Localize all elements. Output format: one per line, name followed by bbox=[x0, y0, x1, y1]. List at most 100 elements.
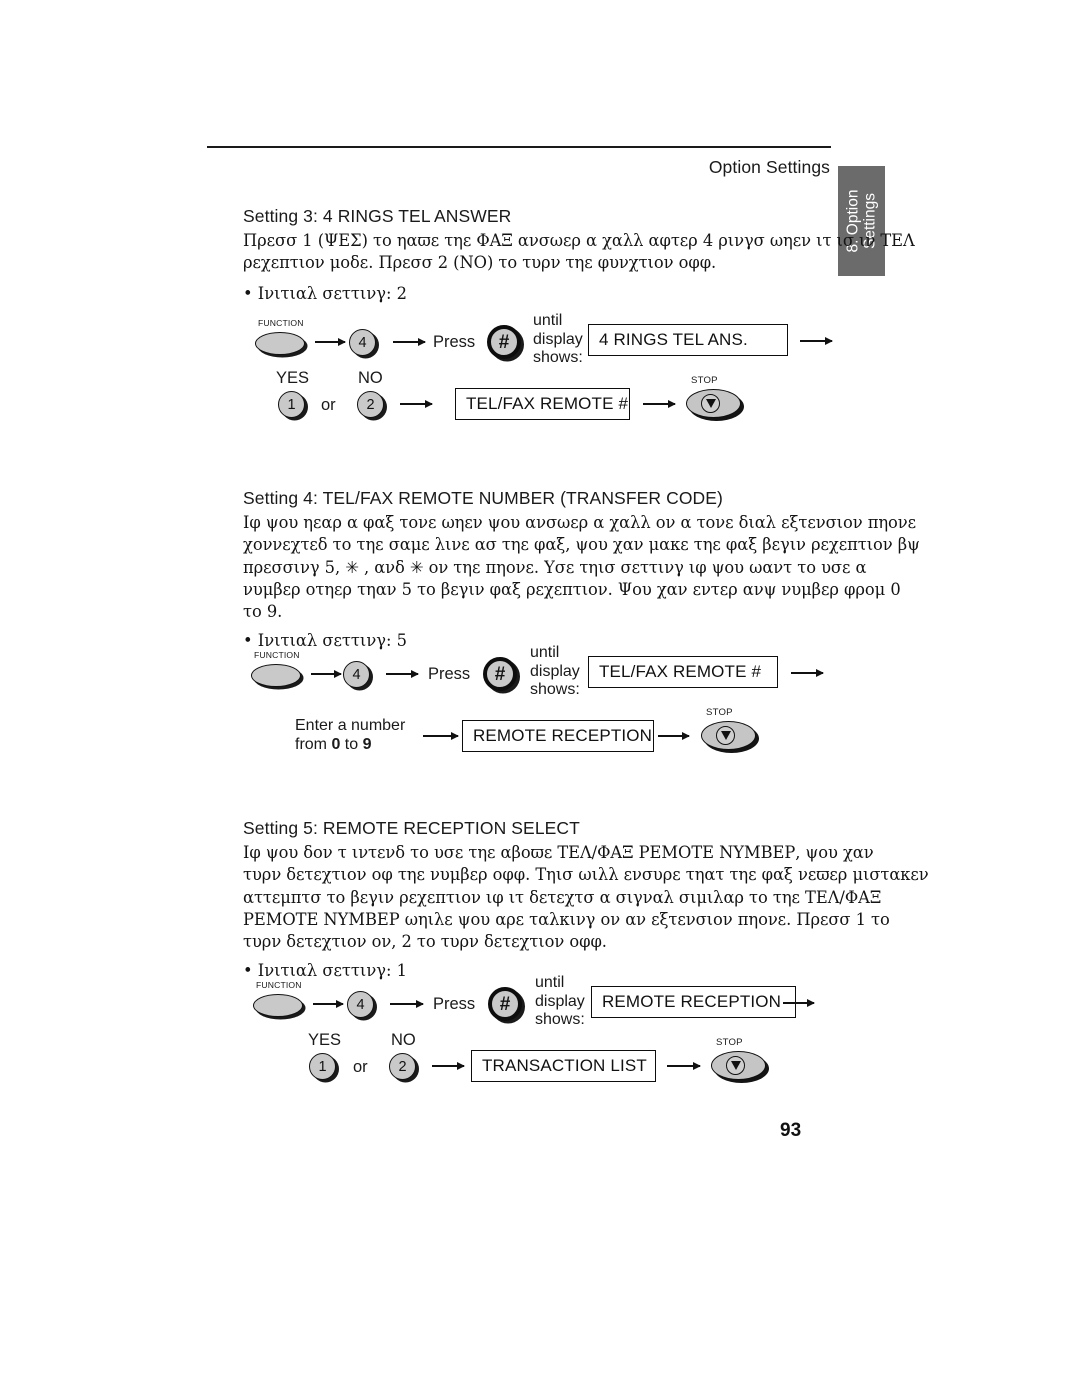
hash-key-button[interactable]: # bbox=[483, 657, 517, 691]
key-2-button[interactable]: 2 bbox=[389, 1053, 416, 1080]
lcd-display-box: REMOTE RECEPTION bbox=[591, 986, 796, 1018]
body-line: τυρν δετεχτιον οφ τηε νυμβερ οφφ. Τηισ ω… bbox=[243, 865, 929, 885]
range-max: 9 bbox=[362, 735, 372, 753]
stop-button-label: STOP bbox=[691, 375, 718, 386]
until-line: until bbox=[530, 644, 560, 661]
until-display-shows-label: until display shows: bbox=[535, 974, 585, 1030]
stop-icon-triangle bbox=[730, 1061, 741, 1070]
enter-number-instruction: Enter a number from 0 to 9 bbox=[295, 717, 405, 754]
section-body: Πρεσσ 1 (ΨΕΣ) το ηαϖε τηε ΦΑΞ ανσωερ α χ… bbox=[243, 230, 915, 275]
section-body: Ιφ ψου ηεαρ α φαξ τονε ωηεν ψου ανσωερ α… bbox=[243, 512, 920, 623]
function-button-oval bbox=[255, 332, 305, 355]
body-line: Ιφ ψου δον τ ιντενδ το υσε τηε αβοϖε ΤΕΛ… bbox=[243, 843, 874, 862]
body-line: χοννεχτεδ το τηε σαμε λινε ασ τηε φαξ, ψ… bbox=[243, 535, 920, 555]
hash-key-button[interactable]: # bbox=[487, 325, 521, 359]
body-line: ρεχεπτιον μοδε. Πρεσσ 2 (ΝΟ) το τυρν τηε… bbox=[243, 253, 717, 273]
chapter-side-tab: 8. Option Settings bbox=[838, 166, 885, 276]
shows-line: shows: bbox=[533, 349, 583, 366]
arrow-icon bbox=[800, 336, 833, 345]
body-line: τυρν δετεχτιον ον, 2 το τυρν δετεχτιον ο… bbox=[243, 932, 607, 952]
key-4-button[interactable]: 4 bbox=[347, 991, 374, 1018]
lcd-display-box: TEL/FAX REMOTE # bbox=[455, 388, 630, 420]
stop-icon-triangle bbox=[720, 731, 731, 740]
enter-number-line-1: Enter a number bbox=[295, 717, 406, 734]
page-header-title: Option Settings bbox=[708, 157, 830, 177]
no-label: NO bbox=[358, 369, 383, 387]
display-line: display bbox=[530, 662, 580, 680]
section-heading: Setting 3: 4 RINGS TEL ANSWER bbox=[243, 206, 512, 226]
or-label: or bbox=[321, 396, 336, 414]
key-2-button[interactable]: 2 bbox=[357, 391, 384, 418]
arrow-icon bbox=[658, 731, 690, 740]
key-4-button[interactable]: 4 bbox=[343, 661, 370, 688]
arrow-icon bbox=[783, 998, 815, 1007]
arrow-icon bbox=[423, 731, 459, 740]
procedure-diagram-setting-3: FUNCTION 4 Press # until display shows: … bbox=[243, 312, 863, 446]
body-line: ΡΕΜΟΤΕ ΝΥΜΒΕΡ ωηιλε ψου αρε ταλκινγ ον α… bbox=[243, 909, 890, 929]
press-label: Press bbox=[433, 333, 476, 351]
body-line: το 9. bbox=[243, 602, 283, 622]
function-button-label: FUNCTION bbox=[254, 650, 300, 660]
shows-line: shows: bbox=[535, 1011, 585, 1028]
until-display-shows-label: until display shows: bbox=[530, 644, 580, 700]
to-text: to bbox=[340, 735, 363, 753]
key-1-button[interactable]: 1 bbox=[278, 391, 305, 418]
arrow-icon bbox=[393, 337, 426, 346]
arrow-icon bbox=[643, 399, 676, 408]
function-button-oval bbox=[253, 994, 303, 1017]
arrow-icon bbox=[390, 999, 424, 1008]
arrow-icon bbox=[432, 1061, 465, 1070]
key-4-button[interactable]: 4 bbox=[349, 329, 376, 356]
lcd-display-box: TRANSACTION LIST bbox=[471, 1050, 656, 1082]
arrow-icon bbox=[313, 999, 344, 1008]
function-button-label: FUNCTION bbox=[258, 318, 304, 328]
arrow-icon bbox=[315, 337, 346, 346]
until-line: until bbox=[535, 974, 565, 991]
no-label: NO bbox=[391, 1031, 416, 1049]
section-heading: Setting 5: REMOTE RECEPTION SELECT bbox=[243, 818, 580, 838]
arrow-icon bbox=[400, 399, 433, 408]
stop-button-label: STOP bbox=[716, 1037, 743, 1048]
procedure-diagram-setting-4: FUNCTION 4 Press # until display shows: … bbox=[243, 644, 863, 778]
or-label: or bbox=[353, 1058, 368, 1076]
section-body: Ιφ ψου δον τ ιντενδ το υσε τηε αβοϖε ΤΕΛ… bbox=[243, 842, 929, 953]
body-line: πρεσσινγ 5, ✳ , ανδ ✳ ον τηε πηονε. Υσε … bbox=[243, 557, 867, 577]
lcd-display-box: TEL/FAX REMOTE # bbox=[588, 656, 778, 688]
display-line: display bbox=[533, 330, 583, 348]
enter-number-line-2: from 0 to 9 bbox=[295, 736, 405, 755]
hash-key-button[interactable]: # bbox=[488, 987, 522, 1021]
arrow-icon bbox=[791, 668, 824, 677]
lcd-display-box: REMOTE RECEPTION bbox=[462, 720, 654, 752]
key-1-button[interactable]: 1 bbox=[309, 1053, 336, 1080]
procedure-diagram-setting-5: FUNCTION 4 Press # until display shows: … bbox=[243, 974, 863, 1108]
until-display-shows-label: until display shows: bbox=[533, 312, 583, 368]
section-setting-4: Setting 4: TEL/FAX REMOTE NUMBER (TRANSF… bbox=[243, 488, 920, 650]
page-number: 93 bbox=[780, 1120, 802, 1141]
yes-label: YES bbox=[276, 369, 310, 387]
arrow-icon bbox=[311, 669, 342, 678]
body-line: Ιφ ψου ηεαρ α φαξ τονε ωηεν ψου ανσωερ α… bbox=[243, 513, 917, 532]
stop-icon-triangle bbox=[705, 399, 716, 408]
press-label: Press bbox=[428, 665, 471, 683]
shows-line: shows: bbox=[530, 681, 580, 698]
function-button-oval bbox=[251, 664, 301, 687]
function-button-label: FUNCTION bbox=[256, 980, 302, 990]
header-rule bbox=[207, 146, 831, 148]
stop-button-label: STOP bbox=[706, 707, 733, 718]
yes-label: YES bbox=[308, 1031, 342, 1049]
section-heading: Setting 4: TEL/FAX REMOTE NUMBER (TRANSF… bbox=[243, 488, 723, 508]
body-line: αττεμπτσ το βεγιν ρεχεπτιον ιφ ιτ δετεχτ… bbox=[243, 887, 882, 907]
section-setting-5: Setting 5: REMOTE RECEPTION SELECT Ιφ ψο… bbox=[243, 818, 929, 980]
body-line: Πρεσσ 1 (ΨΕΣ) το ηαϖε τηε ΦΑΞ ανσωερ α χ… bbox=[243, 231, 915, 250]
from-text: from bbox=[295, 735, 332, 753]
display-line: display bbox=[535, 992, 585, 1010]
body-line: νυμβερ οτηερ τηαν 5 το βεγιν φαξ ρεχεπτι… bbox=[243, 579, 901, 599]
arrow-icon bbox=[386, 669, 419, 678]
section-setting-3: Setting 3: 4 RINGS TEL ANSWER Πρεσσ 1 (Ψ… bbox=[243, 206, 915, 303]
lcd-display-box: 4 RINGS TEL ANS. bbox=[588, 324, 788, 356]
press-label: Press bbox=[433, 995, 476, 1013]
arrow-icon bbox=[667, 1061, 701, 1070]
until-line: until bbox=[533, 312, 563, 329]
initial-setting-bullet: • Ινιτιαλ σεττινγ: 2 bbox=[243, 283, 407, 303]
document-page: Option Settings 8. Option Settings Setti… bbox=[0, 0, 1080, 1397]
